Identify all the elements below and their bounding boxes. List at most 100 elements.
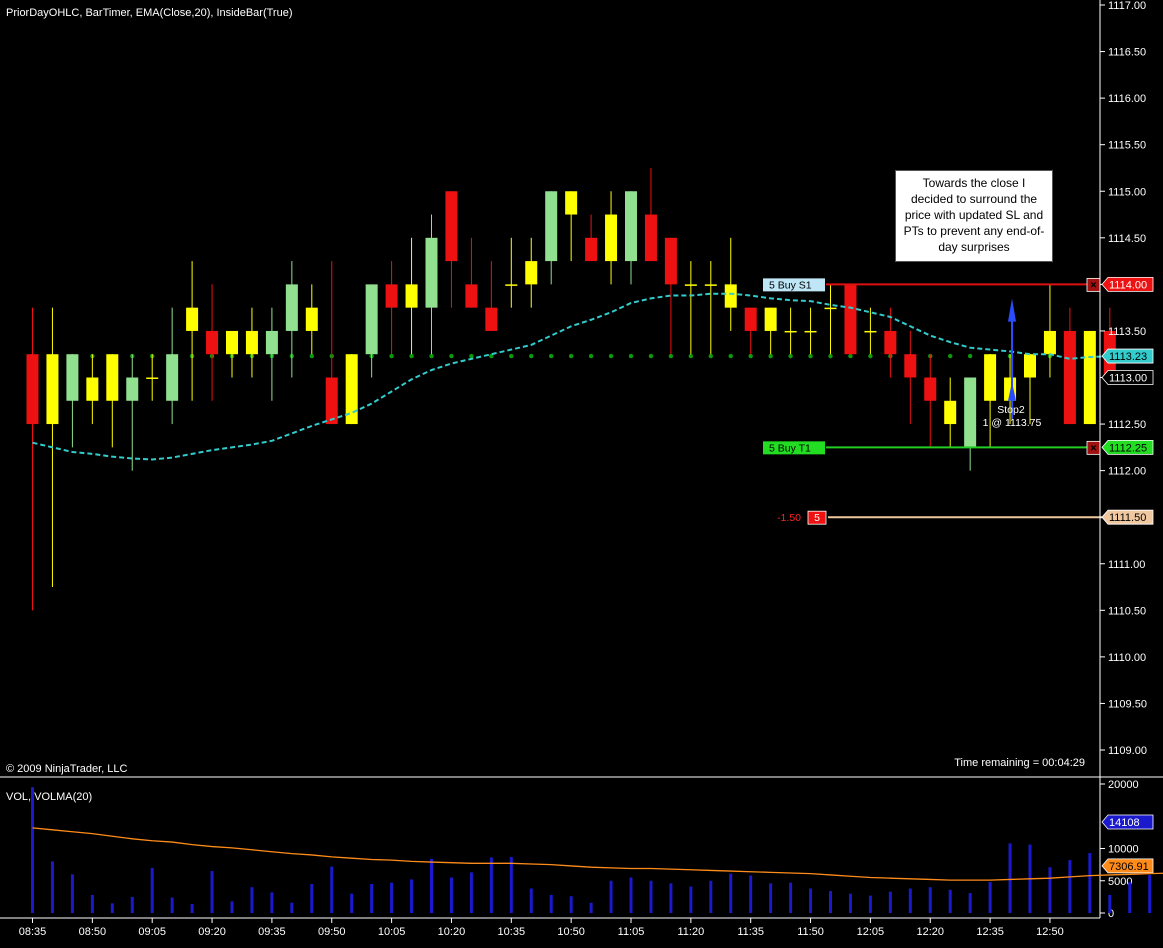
prior-close-dot (429, 354, 433, 358)
volume-bar (111, 903, 114, 913)
price-y-tick-label: 1109.50 (1108, 698, 1147, 710)
candle-body (27, 354, 39, 424)
candle-body (66, 354, 78, 401)
x-tick-label: 10:20 (438, 926, 466, 938)
volume-bar (949, 890, 952, 913)
volume-bar (689, 887, 692, 913)
prior-close-dot (828, 354, 832, 358)
candle-body (665, 238, 677, 285)
price-y-tick-label: 1117.00 (1108, 0, 1146, 12)
x-tick-label: 12:20 (916, 926, 944, 938)
volume-bar (1068, 860, 1071, 913)
candle-body (944, 401, 956, 424)
candle-body (386, 284, 398, 307)
prior-close-dot (808, 354, 812, 358)
price-marker-stop-label: 1114.00 (1109, 279, 1147, 291)
volume-bar (51, 861, 54, 913)
volume-bar (789, 883, 792, 913)
prior-close-dot (848, 354, 852, 358)
prior-close-dot (609, 354, 613, 358)
x-tick-label: 09:35 (258, 926, 286, 938)
candle-body (485, 308, 497, 331)
volume-bar (450, 878, 453, 913)
x-tick-label: 12:05 (857, 926, 885, 938)
prior-close-dot (549, 354, 553, 358)
candle-body (605, 215, 617, 262)
price-y-tick-label: 1115.00 (1108, 186, 1146, 198)
volume-bar (590, 903, 593, 913)
candle-body (246, 331, 258, 354)
volume-bar (211, 871, 214, 913)
x-tick-label: 08:50 (79, 926, 107, 938)
volume-marker-volma-label: 7306.91 (1109, 861, 1149, 873)
candle-body (86, 378, 98, 401)
prior-close-dot (788, 354, 792, 358)
x-tick-label: 11:20 (677, 926, 704, 938)
volume-bar (510, 857, 513, 913)
volume-bar (570, 896, 573, 913)
volume-bar (410, 879, 413, 913)
volume-bar (1148, 875, 1151, 913)
volume-bar (729, 874, 732, 913)
candle-body (146, 378, 158, 380)
volume-bar (889, 892, 892, 913)
copyright-label: © 2009 NinjaTrader, LLC (6, 763, 127, 775)
price-marker-ema-label: 1113.23 (1109, 351, 1147, 363)
candle-body (445, 191, 457, 261)
volume-bar (470, 872, 473, 913)
price-y-tick-label: 1110.00 (1108, 652, 1146, 664)
x-tick-label: 11:35 (737, 926, 764, 938)
x-tick-label: 12:35 (976, 926, 1004, 938)
volume-bar (350, 894, 353, 913)
volume-marker-vol-label: 14108 (1109, 817, 1140, 829)
candle-body (366, 284, 378, 354)
price-volume-chart[interactable]: 5 Buy S15 Buy T1-1.505××Stop21 @ 1113.75… (0, 0, 1163, 943)
candle-body (326, 378, 338, 425)
prior-close-dot (749, 354, 753, 358)
prior-close-dot (509, 354, 513, 358)
volume-bar (630, 878, 633, 913)
prior-close-dot (409, 354, 413, 358)
prior-close-dot (729, 354, 733, 358)
volume-bar (969, 893, 972, 913)
volume-bar (71, 874, 74, 913)
volume-bar (809, 888, 812, 913)
prior-close-dot (569, 354, 573, 358)
x-tick-label: 11:50 (797, 926, 824, 938)
volume-bar (989, 882, 992, 913)
candle-body (126, 378, 138, 401)
volume-bar (909, 888, 912, 913)
price-y-tick-label: 1109.00 (1108, 745, 1147, 757)
price-marker-target-label: 1112.25 (1109, 442, 1147, 454)
volume-bar (610, 881, 613, 913)
volume-bar (151, 868, 154, 913)
candle-body (1084, 331, 1096, 424)
volume-bar (310, 884, 313, 913)
prior-close-dot (310, 354, 314, 358)
price-y-tick-label: 1112.00 (1108, 466, 1146, 478)
prior-close-dot (709, 354, 713, 358)
candle-body (1024, 354, 1036, 377)
cancel-order-x: × (1090, 279, 1096, 291)
volume-bar (849, 894, 852, 913)
fill-label-price: 1 @ 1113.75 (983, 417, 1042, 429)
volume-bar (191, 904, 194, 913)
x-tick-label: 09:20 (198, 926, 226, 938)
target-order-tag-label: 5 Buy T1 (769, 442, 811, 454)
candle-body (406, 284, 418, 307)
candle-body (186, 308, 198, 331)
volume-bar (270, 892, 273, 913)
prior-close-dot (948, 354, 952, 358)
volume-bar (1128, 882, 1131, 913)
x-tick-label: 12:50 (1036, 926, 1064, 938)
price-y-tick-label: 1114.50 (1108, 233, 1146, 245)
fill-label-name: Stop2 (997, 404, 1025, 416)
volume-y-tick-label: 20000 (1108, 779, 1139, 791)
candle-body (206, 331, 218, 354)
candle-body (964, 378, 976, 448)
candle-body (226, 331, 238, 354)
prior-close-dot (449, 354, 453, 358)
volume-bar (869, 896, 872, 913)
price-y-tick-label: 1112.50 (1108, 419, 1146, 431)
volume-bar (769, 883, 772, 913)
